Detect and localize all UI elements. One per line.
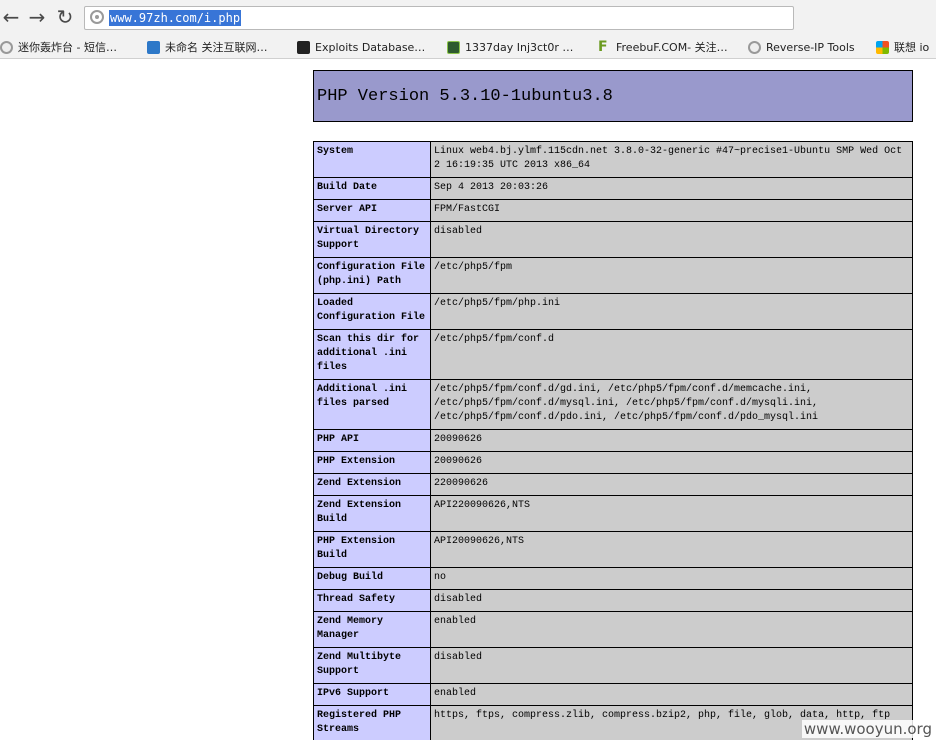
row-value: 220090626: [430, 473, 913, 496]
row-key: Server API: [313, 199, 431, 222]
row-value: FPM/FastCGI: [430, 199, 913, 222]
table-row: Zend Multibyte Support disabled: [313, 647, 913, 684]
row-value: 20090626: [430, 451, 913, 474]
row-value: disabled: [430, 221, 913, 258]
row-key: Additional .ini files parsed: [313, 379, 431, 430]
bookmark-label: FreebuF.COM- 关注…: [616, 41, 728, 54]
bookmark-item[interactable]: 1337day Inj3ct0r …: [447, 39, 573, 55]
row-value: API20090626,NTS: [430, 531, 913, 568]
phpinfo-table: System Linux web4.bj.ylmf.115cdn.net 3.8.…: [313, 141, 913, 740]
table-row: Debug Build no: [313, 567, 913, 590]
bookmark-label: 联想 io: [894, 41, 930, 54]
globe-icon: [748, 40, 761, 54]
exploits-icon: [297, 40, 310, 54]
address-bar[interactable]: www.97zh.com/i.php: [84, 6, 794, 30]
row-key: Zend Multibyte Support: [313, 647, 431, 684]
page-info-icon[interactable]: [90, 10, 104, 24]
row-value: /etc/php5/fpm: [430, 257, 913, 294]
bookmark-item[interactable]: F FreebuF.COM- 关注…: [598, 39, 728, 55]
table-row: PHP API 20090626: [313, 429, 913, 452]
table-row: Server API FPM/FastCGI: [313, 199, 913, 222]
globe-icon: [0, 40, 13, 54]
mb-icon: [147, 40, 160, 54]
row-value: 20090626: [430, 429, 913, 452]
back-icon[interactable]: ←: [0, 6, 22, 28]
table-row: Configuration File (php.ini) Path/etc/ph…: [313, 257, 913, 294]
row-value: Sep 4 2013 20:03:26: [430, 177, 913, 200]
row-key: Zend Memory Manager: [313, 611, 431, 648]
row-value: no: [430, 567, 913, 590]
url-text[interactable]: www.97zh.com/i.php: [109, 10, 242, 26]
reload-icon[interactable]: ↻: [54, 6, 76, 28]
row-value: disabled: [430, 647, 913, 684]
bookmark-item[interactable]: 联想 io: [876, 39, 929, 55]
row-key: PHP Extension Build: [313, 531, 431, 568]
table-row: Zend Extension 220090626: [313, 473, 913, 496]
row-value: disabled: [430, 589, 913, 612]
bookmark-item[interactable]: 未命名 关注互联网…: [147, 39, 268, 55]
row-key: IPv6 Support: [313, 683, 431, 706]
row-value: enabled: [430, 683, 913, 706]
table-row: IPv6 Support enabled: [313, 683, 913, 706]
windows-icon: [876, 40, 889, 54]
page-title: PHP Version 5.3.10-1ubuntu3.8: [317, 86, 613, 106]
table-row: Build Date Sep 4 2013 20:03:26: [313, 177, 913, 200]
row-key: Zend Extension: [313, 473, 431, 496]
row-key: PHP Extension: [313, 451, 431, 474]
table-row: Virtual Directory Support disabled: [313, 221, 913, 258]
bookmark-label: 迷你轰炸台 - 短信…: [18, 41, 117, 54]
bookmark-label: Exploits Database…: [315, 40, 426, 54]
table-row: Zend Memory Manager enabled: [313, 611, 913, 648]
injector-icon: [447, 40, 460, 54]
row-key: Debug Build: [313, 567, 431, 590]
row-key: Thread Safety: [313, 589, 431, 612]
php-version-header: PHP Version 5.3.10-1ubuntu3.8: [313, 70, 913, 122]
row-key: Scan this dir for additional .ini files: [313, 329, 431, 380]
bookmark-label: Reverse-IP Tools: [766, 40, 855, 54]
table-row: System Linux web4.bj.ylmf.115cdn.net 3.8.…: [313, 141, 913, 178]
table-row: PHP Extension Build API20090626,NTS: [313, 531, 913, 568]
forward-icon[interactable]: →: [26, 6, 48, 28]
row-value: enabled: [430, 611, 913, 648]
row-key: Registered PHP Streams: [313, 705, 431, 740]
table-row: Loaded Configuration File/etc/php5/fpm/p…: [313, 293, 913, 330]
bookmarks-bar: 迷你轰炸台 - 短信… 未命名 关注互联网… Exploits Database…: [0, 36, 936, 59]
watermark: www.wooyun.org: [801, 720, 934, 738]
row-key: Loaded Configuration File: [313, 293, 431, 330]
table-row: Zend Extension Build API220090626,NTS: [313, 495, 913, 532]
table-row: Additional .ini files parsed/etc/php5/fp…: [313, 379, 913, 430]
browser-toolbar: ← → ↻ www.97zh.com/i.php: [0, 0, 936, 36]
row-value: /etc/php5/fpm/conf.d: [430, 329, 913, 380]
row-value: Linux web4.bj.ylmf.115cdn.net 3.8.0-32-g…: [430, 141, 913, 178]
page-content: PHP Version 5.3.10-1ubuntu3.8 System Linu…: [0, 59, 936, 740]
table-row: PHP Extension 20090626: [313, 451, 913, 474]
table-row: Scan this dir for additional .ini files /…: [313, 329, 913, 380]
phpinfo-center: PHP Version 5.3.10-1ubuntu3.8 System Linu…: [313, 70, 913, 740]
row-key: Zend Extension Build: [313, 495, 431, 532]
freebuf-icon: F: [598, 38, 608, 55]
bookmark-label: 未命名 关注互联网…: [165, 41, 268, 54]
row-key: Configuration File (php.ini) Path: [313, 257, 431, 294]
row-key: PHP API: [313, 429, 431, 452]
bookmark-item[interactable]: Exploits Database…: [297, 39, 425, 55]
bookmark-item[interactable]: Reverse-IP Tools: [748, 39, 855, 55]
row-value: /etc/php5/fpm/php.ini: [430, 293, 913, 330]
bookmark-label: 1337day Inj3ct0r …: [465, 40, 574, 54]
bookmark-item[interactable]: 迷你轰炸台 - 短信…: [0, 39, 117, 55]
row-key: Virtual Directory Support: [313, 221, 431, 258]
row-value: /etc/php5/fpm/conf.d/gd.ini, /etc/php5/f…: [430, 379, 913, 430]
row-value: API220090626,NTS: [430, 495, 913, 532]
table-row: Thread Safety disabled: [313, 589, 913, 612]
row-key: Build Date: [313, 177, 431, 200]
row-key: System: [313, 141, 431, 178]
